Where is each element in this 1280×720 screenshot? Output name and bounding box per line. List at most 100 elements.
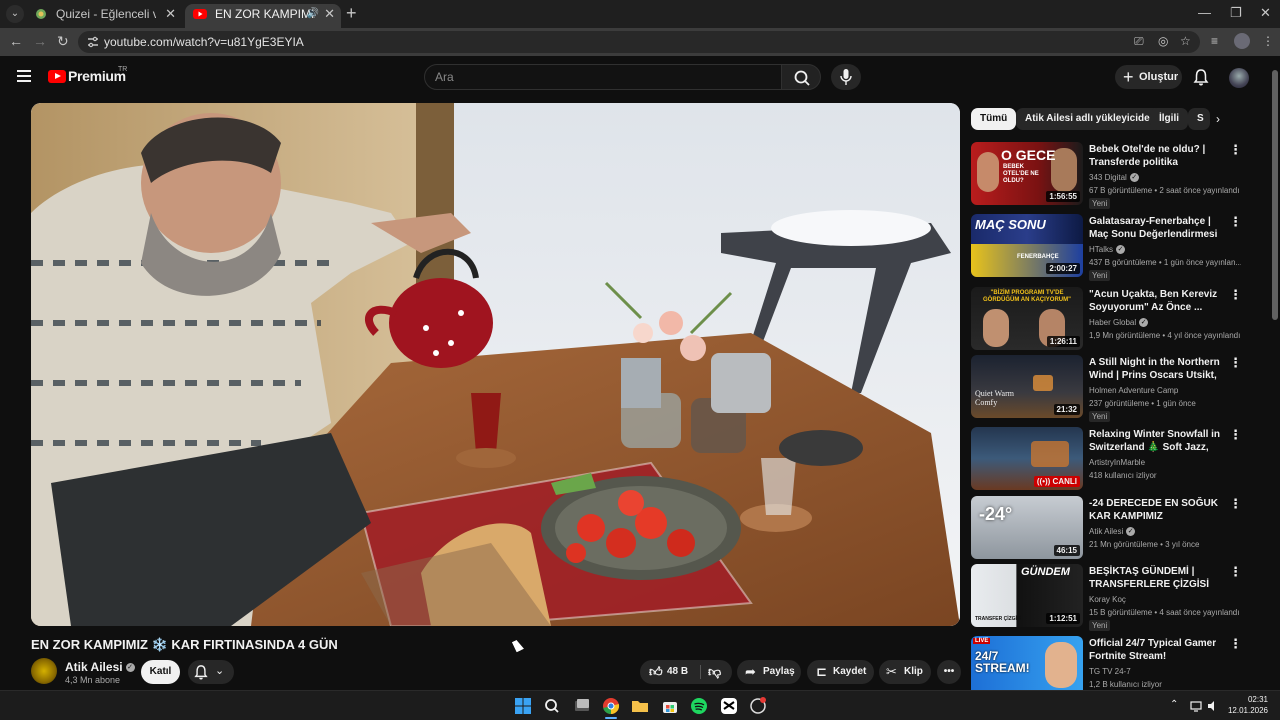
bookmark-icon: ⊏	[816, 664, 827, 679]
more-actions-button[interactable]: •••	[937, 660, 961, 684]
tab-search-icon[interactable]: ⌄	[6, 5, 24, 23]
search-button[interactable]	[781, 64, 821, 90]
rec-channel-name[interactable]: HTalks	[1089, 245, 1113, 254]
clock-date[interactable]: 12.01.2026	[1224, 706, 1268, 715]
create-button[interactable]: + Oluştur	[1115, 65, 1182, 89]
browser-tab-youtube[interactable]: EN ZOR KAMPIMIZ ❄️ KAR 🔊 ✕	[185, 4, 341, 28]
notifications-bell-icon[interactable]	[1193, 68, 1209, 86]
capcut-icon[interactable]	[719, 696, 739, 716]
extensions-icon[interactable]: ≡	[1211, 34, 1218, 48]
thumbnail[interactable]: "BİZİM PROGRAMI TV'DE GÖRDÜĞÜM AN KAÇIYO…	[971, 287, 1083, 350]
address-bar[interactable]: youtube.com/watch?v=u81YgE3EYIA ⎚ ◎ ☆	[78, 31, 1200, 53]
rec-channel-name[interactable]: Atik Ailesi	[1089, 527, 1123, 536]
more-vertical-icon[interactable]: ⋮	[1229, 564, 1242, 580]
rec-channel-name[interactable]: Haber Global	[1089, 318, 1136, 327]
youtube-logo-icon[interactable]	[48, 70, 66, 83]
app-icon[interactable]	[748, 696, 768, 716]
verified-icon: ✓	[1126, 527, 1136, 537]
chip-all[interactable]: Tümü	[971, 108, 1017, 130]
share-button[interactable]: ➦ Paylaş	[737, 660, 801, 684]
chevron-right-icon[interactable]: ›	[1216, 112, 1230, 126]
scrollbar-thumb[interactable]	[1272, 70, 1278, 320]
thumbnail[interactable]: -24° 46:15	[971, 496, 1083, 559]
cast-icon[interactable]: ⎚	[1134, 34, 1144, 49]
rec-title[interactable]: "Acun Uçakta, Ben Kereviz Soyuyorum" Az …	[1089, 288, 1224, 314]
rec-title[interactable]: A Still Night in the Northern Wind | Pri…	[1089, 356, 1224, 382]
clock-time[interactable]: 02:31	[1224, 695, 1268, 704]
rec-title[interactable]: Official 24/7 Typical Gamer Fortnite Str…	[1089, 637, 1224, 663]
new-tab-icon[interactable]: +	[346, 4, 357, 22]
thumbnail[interactable]: GÜNDEM TRANSFER ÇİZGİSİ 1:12:51	[971, 564, 1083, 627]
like-button[interactable]: 👍︎ 48 B	[640, 660, 698, 684]
live-badge: ((•)) CANLI	[1033, 476, 1080, 487]
live-label: CANLI	[1052, 477, 1077, 486]
close-tab-icon[interactable]: ✕	[165, 4, 176, 24]
thumbnail[interactable]: ((•)) CANLI	[971, 427, 1083, 490]
chip-related[interactable]: İlgili	[1150, 108, 1188, 130]
thumbnail[interactable]: O GECE BEBEK OTEL'DE NE OLDU? 1:56:55	[971, 142, 1083, 205]
windows-start-icon[interactable]	[513, 696, 533, 716]
more-vertical-icon[interactable]: ⋮	[1229, 427, 1242, 443]
browser-tab-quizei[interactable]: Quizei - Eğlenceli ve etkileşimli ✕	[26, 4, 182, 28]
channel-avatar[interactable]	[31, 658, 57, 684]
rec-title[interactable]: -24 DERECEDE EN SOĞUK KAR KAMPIMIZ	[1089, 497, 1224, 523]
page-scrollbar[interactable]	[1270, 56, 1280, 690]
volume-icon[interactable]	[1207, 700, 1219, 712]
chip-from-uploader[interactable]: Atik Ailesi adlı yükleyiciden	[1016, 108, 1165, 130]
join-button[interactable]: Katıl	[141, 660, 180, 684]
more-vertical-icon[interactable]: ⋮	[1229, 214, 1242, 230]
more-vertical-icon[interactable]: ⋮	[1229, 287, 1242, 303]
rec-channel-name[interactable]: ArtistryInMarble	[1089, 458, 1145, 467]
dislike-button[interactable]: 👎︎	[702, 660, 732, 684]
rec-title[interactable]: Galatasaray-Fenerbahçe | Maç Sonu Değerl…	[1089, 215, 1224, 241]
thumbnail[interactable]: LIVE 24/7 STREAM!	[971, 636, 1083, 690]
task-view-icon[interactable]	[572, 696, 592, 716]
reload-icon[interactable]: ↻	[57, 33, 69, 49]
forward-icon[interactable]: →	[33, 33, 47, 49]
close-tab-icon[interactable]: ✕	[324, 4, 335, 24]
channel-name[interactable]: Atik Ailesi ✓	[65, 660, 135, 674]
more-vertical-icon[interactable]: ⋮	[1229, 142, 1242, 158]
kebab-menu-icon[interactable]: ⋮	[1262, 34, 1274, 48]
more-vertical-icon[interactable]: ⋮	[1229, 355, 1242, 371]
save-button[interactable]: ⊏ Kaydet	[807, 660, 874, 684]
chrome-icon[interactable]	[601, 696, 621, 716]
restore-icon[interactable]: ❐	[1230, 5, 1242, 21]
more-vertical-icon[interactable]: ⋮	[1229, 636, 1242, 652]
display-icon[interactable]	[1190, 700, 1202, 712]
rec-channel: Koray Koç	[1089, 595, 1126, 604]
speaker-icon[interactable]: 🔊	[307, 4, 319, 24]
rec-title[interactable]: BEŞİKTAŞ GÜNDEMİ | TRANSFERLERE ÇİZGİSİ	[1089, 565, 1224, 591]
spotify-icon[interactable]	[689, 696, 709, 716]
minimize-icon[interactable]: —	[1198, 5, 1211, 20]
voice-search-button[interactable]	[831, 64, 861, 90]
rec-title[interactable]: Bebek Otel'de ne oldu? | Transferde poli…	[1089, 143, 1224, 169]
divider	[700, 665, 701, 679]
chip-more[interactable]: S	[1188, 108, 1210, 130]
rec-title[interactable]: Relaxing Winter Snowfall in Switzerland …	[1089, 428, 1224, 454]
more-vertical-icon[interactable]: ⋮	[1229, 496, 1242, 512]
search-placeholder: Ara	[435, 70, 454, 84]
store-icon[interactable]	[660, 696, 680, 716]
rec-channel-name[interactable]: 343 Digital	[1089, 173, 1127, 182]
back-icon[interactable]: ←	[9, 33, 23, 49]
search-input[interactable]: Ara	[424, 64, 782, 90]
account-avatar[interactable]	[1229, 68, 1249, 88]
profile-avatar[interactable]	[1234, 33, 1250, 49]
menu-icon[interactable]	[17, 70, 31, 82]
search-icon[interactable]	[542, 696, 562, 716]
thumbnail[interactable]: Quiet Warm Comfy 21:32	[971, 355, 1083, 418]
close-window-icon[interactable]: ✕	[1260, 5, 1271, 21]
video-player[interactable]	[31, 103, 960, 626]
rec-channel-name[interactable]: Koray Koç	[1089, 595, 1126, 604]
chevron-up-icon[interactable]: ⌃	[1170, 699, 1178, 710]
subscription-bell-button[interactable]: ⌄	[188, 660, 234, 684]
rec-channel-name[interactable]: Holmen Adventure Camp	[1089, 386, 1178, 395]
clip-button[interactable]: ✂ Klip	[879, 660, 931, 684]
site-info-icon[interactable]	[86, 35, 100, 49]
rec-channel-name[interactable]: TG TV 24-7	[1089, 667, 1131, 676]
bookmark-star-icon[interactable]: ☆	[1180, 34, 1191, 48]
thumbnail[interactable]: MAÇ SONU FENERBAHÇE 2:00:27	[971, 214, 1083, 277]
file-explorer-icon[interactable]	[630, 696, 650, 716]
eye-off-icon[interactable]: ◎	[1158, 34, 1168, 48]
